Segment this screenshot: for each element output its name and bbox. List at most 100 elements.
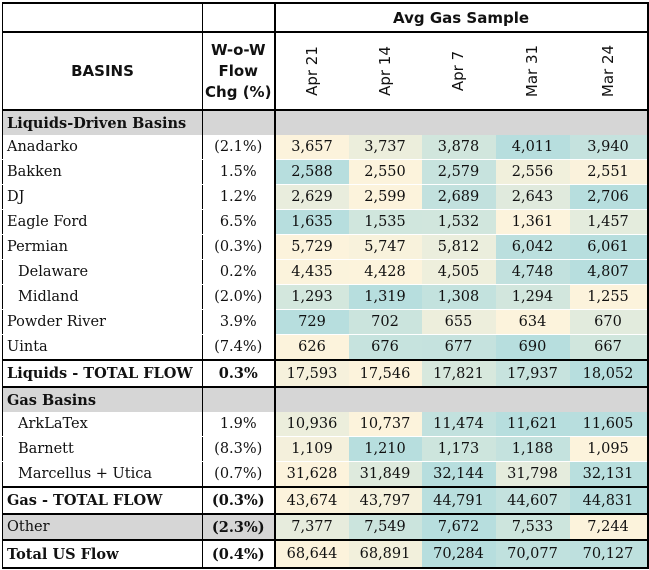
row-change: 1.2%: [202, 184, 275, 210]
cell-value: 70,127: [569, 539, 649, 569]
table-row: Permian (0.3%) 5,729 5,747 5,812 6,042 6,061: [2, 234, 649, 260]
row-change: (2.3%): [202, 514, 275, 540]
cell-value: 4,428: [348, 259, 422, 285]
cell-value: 6,061: [569, 234, 649, 260]
cell-value: 70,284: [421, 539, 496, 569]
cell-value: 2,551: [569, 159, 649, 185]
table-row: Anadarko (2.1%) 3,657 3,737 3,878 4,011 3,940: [2, 135, 649, 160]
cell-value: 1,308: [421, 284, 496, 310]
gas-total-row: Gas - TOTAL FLOW (0.3%) 43,674 43,797 44…: [2, 486, 649, 515]
row-name: Eagle Ford: [2, 209, 203, 235]
header-date-4: Mar 24: [569, 32, 649, 111]
row-name: Liquids - TOTAL FLOW: [2, 359, 203, 388]
cell-value: 7,549: [348, 514, 422, 540]
cell-value: 31,628: [273, 461, 349, 488]
cell-value: 43,797: [348, 486, 422, 515]
cell-value: 10,737: [348, 412, 422, 437]
cell-value: 2,550: [348, 159, 422, 185]
header-avg-gas-sample: Avg Gas Sample: [273, 2, 649, 33]
cell-value: 1,109: [273, 436, 349, 462]
section-cell: [202, 110, 275, 135]
cell-value: 1,319: [348, 284, 422, 310]
cell-value: 2,629: [273, 184, 349, 210]
cell-value: 6,042: [495, 234, 570, 260]
header-basins: BASINS: [2, 32, 203, 111]
table-row: Delaware 0.2% 4,435 4,428 4,505 4,748 4,807: [2, 259, 649, 285]
cell-value: 1,294: [495, 284, 570, 310]
cell-value: 17,937: [495, 359, 570, 388]
liquids-total-row: Liquids - TOTAL FLOW 0.3% 17,593 17,546 …: [2, 359, 649, 388]
cell-value: 7,244: [569, 514, 649, 540]
cell-value: 1,255: [569, 284, 649, 310]
row-name: Powder River: [2, 309, 203, 335]
cell-value: 4,011: [495, 135, 570, 160]
cell-value: 68,891: [348, 539, 422, 569]
cell-value: 32,144: [421, 461, 496, 488]
header-flow-line3: Chg (%): [205, 82, 272, 101]
header-flow-line2: Flow: [218, 61, 259, 80]
row-name: ArkLaTex: [2, 412, 203, 437]
row-name: Uinta: [2, 334, 203, 361]
cell-value: 3,737: [348, 135, 422, 160]
cell-value: 17,821: [421, 359, 496, 388]
cell-value: 11,605: [569, 412, 649, 437]
table-row: Bakken 1.5% 2,588 2,550 2,579 2,556 2,551: [2, 159, 649, 185]
cell-value: 670: [569, 309, 649, 335]
cell-value: 1,535: [348, 209, 422, 235]
cell-value: 31,849: [348, 461, 422, 488]
cell-value: 70,077: [495, 539, 570, 569]
table-row: ArkLaTex 1.9% 10,936 10,737 11,474 11,621 11,6…: [2, 412, 649, 437]
header-blank-basins: [2, 2, 203, 33]
cell-value: 1,532: [421, 209, 496, 235]
row-name: Delaware: [2, 259, 203, 285]
cell-value: 44,831: [569, 486, 649, 515]
cell-value: 43,674: [273, 486, 349, 515]
row-change: (2.0%): [202, 284, 275, 310]
cell-value: 1,293: [273, 284, 349, 310]
cell-value: 1,188: [495, 436, 570, 462]
cell-value: 667: [569, 334, 649, 361]
row-change: 1.5%: [202, 159, 275, 185]
cell-value: 677: [421, 334, 496, 361]
cell-value: 4,505: [421, 259, 496, 285]
cell-value: 626: [273, 334, 349, 361]
cell-value: 634: [495, 309, 570, 335]
header-date-2: Apr 7: [421, 32, 496, 111]
table-row: Marcellus + Utica (0.7%) 31,628 31,849 32,14…: [2, 461, 649, 488]
cell-value: 7,672: [421, 514, 496, 540]
row-name: Midland: [2, 284, 203, 310]
row-name: Gas - TOTAL FLOW: [2, 486, 203, 515]
cell-value: 18,052: [569, 359, 649, 388]
cell-value: 690: [495, 334, 570, 361]
cell-value: 31,798: [495, 461, 570, 488]
table-row: Eagle Ford 6.5% 1,635 1,535 1,532 1,361 1,457: [2, 209, 649, 235]
header-date-label: Apr 14: [376, 46, 394, 96]
cell-value: 2,706: [569, 184, 649, 210]
row-change: (2.1%): [202, 135, 275, 160]
row-name: Anadarko: [2, 135, 203, 160]
table-row: Uinta (7.4%) 626 676 677 690 667: [2, 334, 649, 361]
header-date-label: Mar 24: [599, 44, 618, 98]
cell-value: 7,377: [273, 514, 349, 540]
row-name: Marcellus + Utica: [2, 461, 203, 488]
cell-value: 17,593: [273, 359, 349, 388]
cell-value: 5,747: [348, 234, 422, 260]
cell-value: 11,474: [421, 412, 496, 437]
row-name: Bakken: [2, 159, 203, 185]
cell-value: 2,556: [495, 159, 570, 185]
row-change: (0.7%): [202, 461, 275, 488]
header-flow-change: W-o-W Flow Chg (%): [202, 32, 275, 111]
cell-value: 3,940: [569, 135, 649, 160]
cell-value: 11,621: [495, 412, 570, 437]
row-change: (0.4%): [202, 539, 275, 569]
cell-value: 1,361: [495, 209, 570, 235]
row-change: 3.9%: [202, 309, 275, 335]
header-flow-line1: W-o-W: [211, 40, 266, 59]
cell-value: 5,812: [421, 234, 496, 260]
cell-value: 1,635: [273, 209, 349, 235]
header-date-3: Mar 31: [495, 32, 570, 111]
section-cell: [202, 387, 275, 412]
cell-value: 676: [348, 334, 422, 361]
cell-value: 1,095: [569, 436, 649, 462]
gas-flow-table: Avg Gas Sample BASINS W-o-W Flow Chg (%)…: [2, 2, 649, 569]
